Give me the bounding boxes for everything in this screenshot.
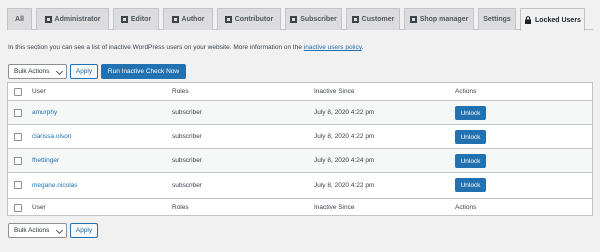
tab-label: Locked Users (535, 16, 581, 24)
tab-label: All (15, 16, 24, 23)
user-link[interactable]: clarissa.olson (32, 125, 71, 148)
tab-label: Subscriber (300, 16, 337, 23)
tab-label: Administrator (54, 16, 101, 23)
column-roles: Roles (172, 204, 189, 211)
tab-all[interactable]: All (7, 8, 32, 30)
run-check-label: Run Inactive Check Now (107, 68, 180, 75)
user-link[interactable]: megane.nicolas (32, 173, 78, 198)
column-inactive-since: Inactive Since (314, 88, 355, 95)
chevron-down-icon (55, 226, 64, 235)
bulk-actions-select-bottom[interactable]: Bulk Actions (8, 223, 67, 238)
locked-users-table: User Roles Inactive Since Actions amurph… (7, 82, 593, 216)
tab-settings[interactable]: Settings (478, 8, 516, 30)
select-all-checkbox[interactable] (14, 88, 22, 96)
list-icon (44, 16, 52, 23)
intro-text: In this section you can see a list of in… (8, 44, 363, 51)
select-all-checkbox[interactable] (14, 204, 22, 212)
table-row: fhettinger subscriber July 8, 2020 4:24 … (8, 149, 592, 173)
intro-end: . (361, 44, 364, 51)
row-checkbox[interactable] (14, 109, 22, 117)
unlock-button[interactable]: Unlock (455, 130, 486, 144)
apply-button-bottom[interactable]: Apply (70, 223, 98, 238)
list-icon (351, 16, 359, 23)
table-row: clarissa.olson subscriber July 8, 2020 4… (8, 125, 592, 149)
chevron-down-icon (55, 67, 64, 76)
apply-label: Apply (75, 227, 93, 234)
tab-administrator[interactable]: Administrator (36, 8, 109, 30)
row-checkbox[interactable] (14, 133, 22, 141)
column-user[interactable]: User (32, 83, 46, 100)
inactive-since: July 8, 2020 4:24 pm (314, 157, 375, 164)
table-footer: User Roles Inactive Since Actions (8, 198, 592, 216)
lock-icon (525, 16, 532, 24)
apply-label: Apply (75, 68, 93, 75)
user-role: subscriber (172, 182, 202, 189)
list-icon (120, 16, 128, 23)
user-link[interactable]: fhettinger (32, 149, 59, 172)
unlock-button[interactable]: Unlock (455, 154, 486, 168)
unlock-button[interactable]: Unlock (455, 178, 486, 192)
tab-editor[interactable]: Editor (113, 8, 159, 30)
tab-author[interactable]: Author (163, 8, 213, 30)
tab-contributor[interactable]: Contributor (217, 8, 281, 30)
user-role: subscriber (172, 133, 202, 140)
table-header: User Roles Inactive Since Actions (8, 83, 592, 101)
list-icon (409, 16, 417, 23)
inactive-since: July 8, 2020 4:22 pm (314, 109, 375, 116)
inactive-since: July 8, 2020 4:22 pm (314, 133, 375, 140)
apply-button-top[interactable]: Apply (70, 64, 98, 79)
list-icon (290, 16, 298, 23)
column-actions: Actions (455, 88, 477, 95)
tab-label: Shop manager (419, 16, 469, 23)
unlock-button[interactable]: Unlock (455, 106, 486, 120)
run-inactive-check-button[interactable]: Run Inactive Check Now (101, 64, 186, 79)
column-inactive-since: Inactive Since (314, 204, 355, 211)
bulk-actions-select-top[interactable]: Bulk Actions (8, 64, 67, 79)
table-row: amurphy subscriber July 8, 2020 4:22 pm … (8, 101, 592, 125)
list-icon (224, 16, 232, 23)
tab-label: Customer (361, 16, 395, 23)
tab-label: Contributor (234, 16, 274, 23)
tab-label: Editor (130, 16, 152, 23)
table-row: megane.nicolas subscriber July 8, 2020 4… (8, 173, 592, 198)
bulk-actions-value: Bulk Actions (14, 227, 50, 234)
column-roles: Roles (172, 88, 189, 95)
inactive-users-policy-link[interactable]: inactive users policy (304, 44, 362, 51)
tab-shop-manager[interactable]: Shop manager (404, 8, 474, 30)
tab-locked-users[interactable]: Locked Users (520, 8, 585, 31)
bulk-actions-value: Bulk Actions (14, 68, 50, 75)
intro-body: In this section you can see a list of in… (8, 44, 304, 51)
user-role: subscriber (172, 109, 202, 116)
role-tabs: All Administrator Editor Author Contribu… (7, 8, 593, 31)
user-role: subscriber (172, 157, 202, 164)
row-checkbox[interactable] (14, 181, 22, 189)
tab-subscriber[interactable]: Subscriber (285, 8, 342, 30)
column-actions: Actions (455, 204, 477, 211)
list-icon (171, 16, 179, 23)
tab-label: Settings (483, 16, 511, 23)
inactive-since: July 8, 2020 4:22 pm (314, 182, 375, 189)
user-link[interactable]: amurphy (32, 101, 57, 124)
row-checkbox[interactable] (14, 157, 22, 165)
tab-label: Author (181, 16, 205, 23)
column-user[interactable]: User (32, 199, 46, 216)
tab-customer[interactable]: Customer (346, 8, 400, 30)
